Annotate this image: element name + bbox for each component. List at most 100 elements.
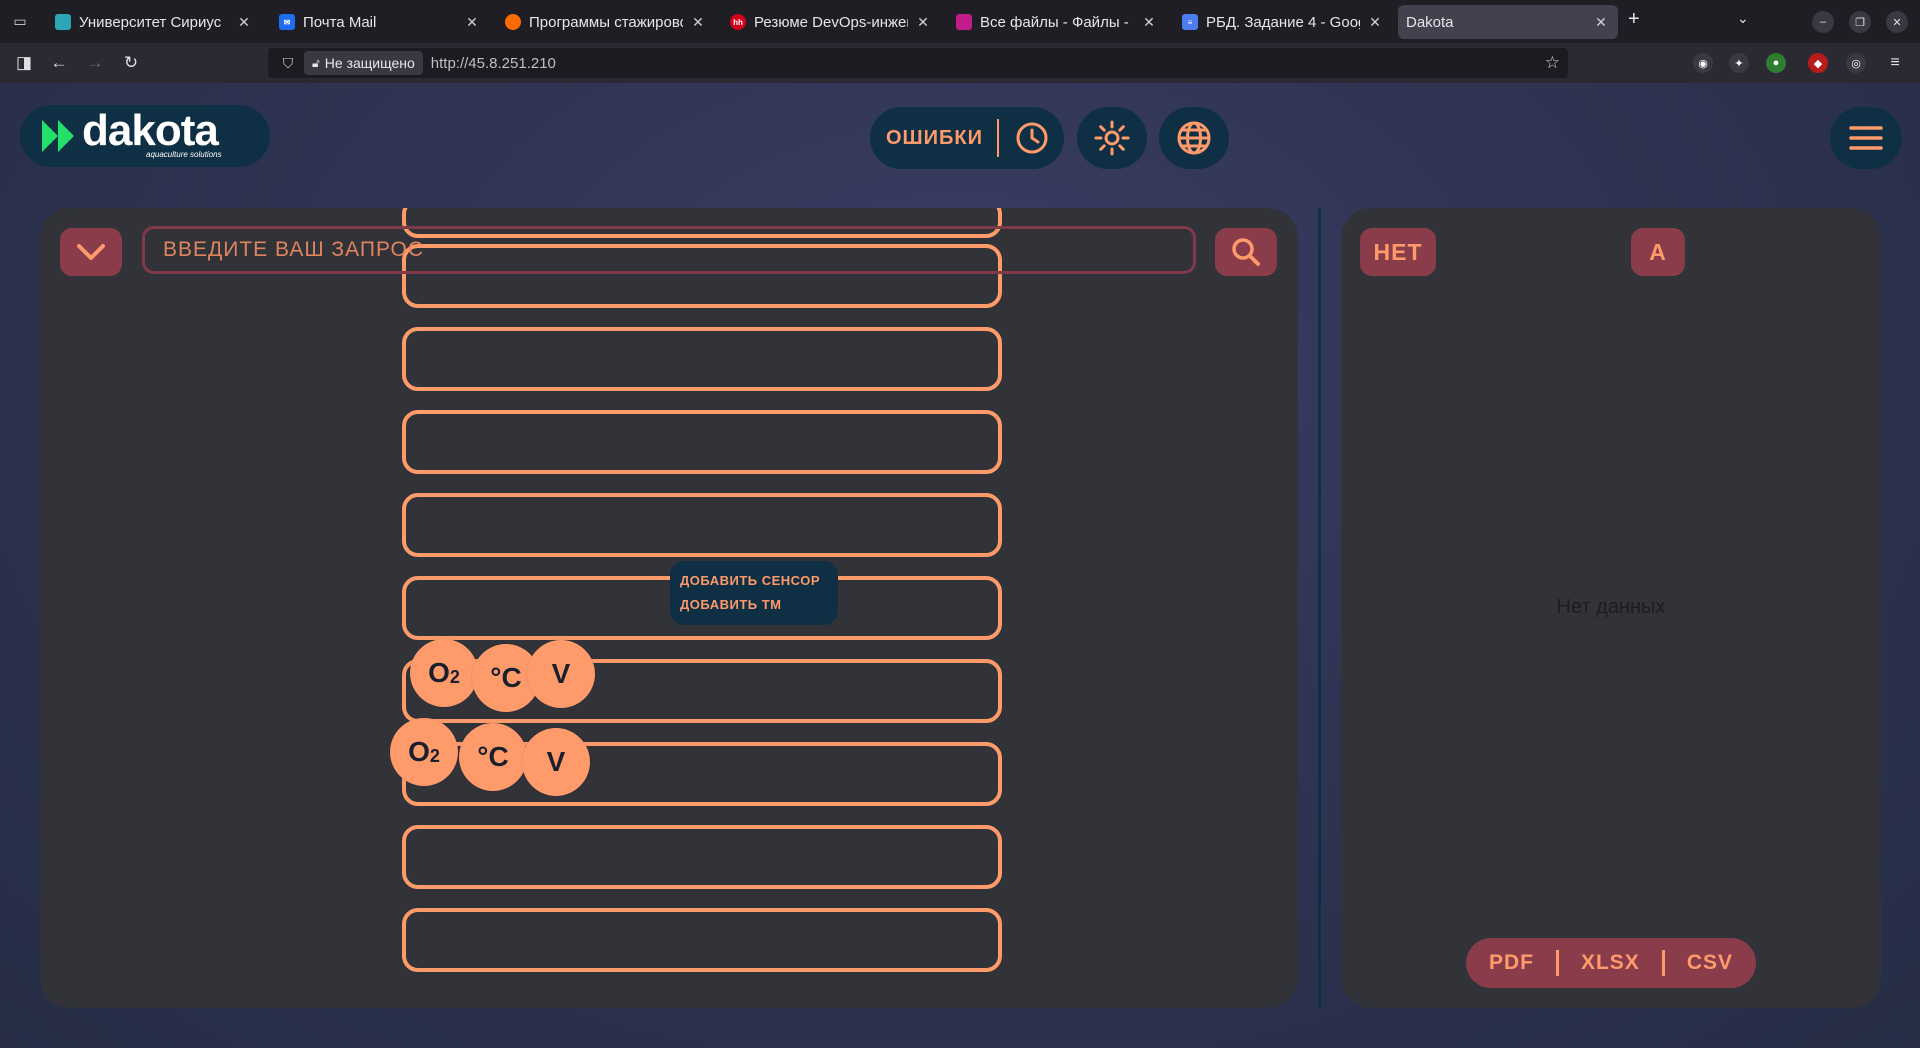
filter-a-button[interactable]: А — [1631, 228, 1685, 276]
globe-icon — [1177, 121, 1211, 155]
context-menu: ДОБАВИТЬ СЕНСОР ДОБАВИТЬ ТМ — [670, 561, 838, 625]
hh-icon: hh — [730, 14, 746, 30]
hamburger-icon — [1849, 126, 1883, 150]
mail-icon: ✉ — [279, 14, 295, 30]
sun-icon — [1094, 120, 1130, 156]
window-close-icon[interactable]: ✕ — [1886, 11, 1908, 33]
search-icon — [1232, 238, 1260, 266]
device-slot[interactable] — [402, 825, 1002, 889]
main-panel: ДОБАВИТЬ СЕНСОР ДОБАВИТЬ ТМ O2 °C V O2 °… — [40, 208, 1298, 1008]
sensor-voltage-icon[interactable]: V — [522, 728, 590, 796]
chevron-down-icon — [77, 244, 105, 260]
close-icon[interactable]: ✕ — [235, 14, 253, 31]
empty-state-text: Нет данных — [1556, 596, 1666, 618]
filter-none-button[interactable]: НЕТ — [1360, 228, 1436, 276]
minimize-icon[interactable]: – — [1812, 11, 1834, 33]
device-slot[interactable] — [402, 908, 1002, 972]
tab-title: Университет Сириус — [79, 13, 222, 31]
sensor-voltage-label: V — [546, 746, 566, 777]
address-bar[interactable]: ⛉ 🔓︎ Не защищено http://45.8.251.210 ☆ — [268, 48, 1568, 78]
export-bar: PDF XLSX CSV — [1466, 938, 1756, 988]
dropdown-toggle-button[interactable] — [60, 228, 122, 276]
logo[interactable]: dakota aquaculture solutions — [20, 105, 270, 167]
errors-button[interactable]: ОШИБКИ — [870, 107, 1064, 169]
browser-tab[interactable]: Все файлы - Файлы - Ne ✕ — [948, 5, 1166, 39]
browser-tab[interactable]: hh Резюме DevOps-инженер ✕ — [722, 5, 940, 39]
forward-icon[interactable]: → — [83, 51, 107, 75]
account-icon[interactable]: ◉ — [1693, 53, 1713, 73]
extension-green-icon[interactable]: ● — [1766, 53, 1786, 73]
browser-tab[interactable]: Программы стажировок ✕ — [497, 5, 715, 39]
device-slot[interactable] — [402, 410, 1002, 474]
sensor-o2-icon[interactable]: O2 — [410, 639, 478, 707]
add-tm-menu-item[interactable]: ДОБАВИТЬ ТМ — [680, 593, 828, 617]
browser-tab[interactable]: ≡ РБД. Задание 4 - Google ✕ — [1174, 5, 1392, 39]
page: dakota aquaculture solutions ОШИБКИ ВВЕД… — [0, 83, 1920, 1048]
tab-overview-icon[interactable]: ▭ — [0, 0, 40, 43]
panel-divider[interactable] — [1318, 208, 1321, 1008]
add-sensor-menu-item[interactable]: ДОБАВИТЬ СЕНСОР — [680, 569, 828, 593]
errors-label: ОШИБКИ — [886, 126, 983, 149]
new-tab-icon[interactable]: + — [1628, 8, 1640, 31]
export-separator — [1555, 950, 1559, 976]
language-button[interactable] — [1159, 107, 1229, 169]
security-label: Не защищено — [324, 55, 415, 71]
sensor-o2-sub: 2 — [429, 745, 440, 766]
tab-title: Dakota — [1406, 13, 1454, 31]
back-icon[interactable]: ← — [47, 51, 71, 75]
sensor-o2-label: O — [408, 736, 430, 767]
browser-tab-bar: ▭ Университет Сириус ✕ ✉ Почта Mail ✕ Пр… — [0, 0, 1920, 43]
theme-toggle-button[interactable] — [1077, 107, 1147, 169]
files-icon — [956, 14, 972, 30]
sensor-o2-label: O — [428, 657, 450, 688]
orange-dot-icon — [505, 14, 521, 30]
export-pdf-button[interactable]: PDF — [1489, 951, 1534, 975]
browser-tab[interactable]: Университет Сириус ✕ — [47, 5, 261, 39]
browser-tab-active[interactable]: Dakota ✕ — [1398, 5, 1618, 39]
extensions-icon[interactable]: ✦ — [1729, 53, 1749, 73]
close-icon[interactable]: ✕ — [914, 14, 932, 31]
app-menu-icon[interactable]: ≡ — [1885, 53, 1905, 73]
lock-icon: 🔓︎ — [312, 55, 320, 70]
ublock-icon[interactable]: ◆ — [1808, 53, 1828, 73]
close-icon[interactable]: ✕ — [689, 14, 707, 31]
sensor-o2-sub: 2 — [449, 666, 460, 687]
device-slot[interactable] — [402, 327, 1002, 391]
export-separator — [1661, 950, 1665, 976]
sirius-icon — [55, 14, 71, 30]
clock-icon[interactable] — [1015, 121, 1049, 155]
tab-title: РБД. Задание 4 - Google — [1206, 13, 1360, 31]
browser-nav-bar: ◨ ← → ↻ ⛉ 🔓︎ Не защищено http://45.8.251… — [0, 43, 1920, 83]
bookmark-star-icon[interactable]: ☆ — [1545, 53, 1560, 73]
tab-title: Программы стажировок — [529, 13, 683, 31]
close-icon[interactable]: ✕ — [1140, 14, 1158, 31]
tab-title: Почта Mail — [303, 13, 377, 31]
restore-icon[interactable]: ❐ — [1849, 11, 1871, 33]
browser-tab[interactable]: ✉ Почта Mail ✕ — [271, 5, 489, 39]
reload-icon[interactable]: ↻ — [119, 51, 143, 75]
sensor-temperature-label: °C — [477, 741, 509, 772]
url-text[interactable]: http://45.8.251.210 — [431, 55, 556, 72]
security-indicator[interactable]: 🔓︎ Не защищено — [304, 51, 423, 75]
sensor-temperature-icon[interactable]: °C — [459, 723, 527, 791]
logo-arrows-icon — [42, 120, 74, 152]
sensor-voltage-label: V — [551, 658, 571, 689]
sidebar-icon[interactable]: ◨ — [12, 51, 36, 75]
device-slot[interactable] — [402, 493, 1002, 557]
logo-subtitle: aquaculture solutions — [146, 150, 222, 159]
sensor-voltage-icon[interactable]: V — [527, 640, 595, 708]
extension-glasses-icon[interactable]: ◎ — [1846, 53, 1866, 73]
main-menu-button[interactable] — [1830, 107, 1902, 169]
search-button[interactable] — [1215, 228, 1277, 276]
tab-list-icon[interactable]: ⌄ — [1737, 10, 1749, 27]
search-input[interactable] — [142, 226, 1196, 274]
shield-icon[interactable]: ⛉ — [278, 55, 298, 72]
tab-title: Резюме DevOps-инженер — [754, 13, 908, 31]
export-csv-button[interactable]: CSV — [1687, 951, 1733, 975]
close-icon[interactable]: ✕ — [1366, 14, 1384, 31]
sensor-o2-icon[interactable]: O2 — [390, 718, 458, 786]
close-icon[interactable]: ✕ — [1592, 14, 1610, 31]
close-icon[interactable]: ✕ — [463, 14, 481, 31]
export-xlsx-button[interactable]: XLSX — [1581, 951, 1640, 975]
errors-separator — [997, 119, 999, 157]
